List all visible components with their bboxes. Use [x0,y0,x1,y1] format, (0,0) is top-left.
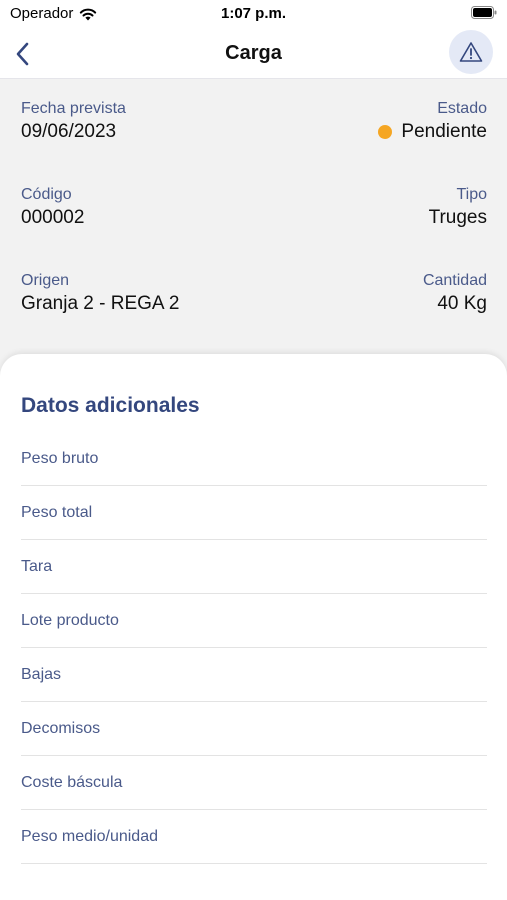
list-item-bajas[interactable]: Bajas [21,648,487,702]
list-item-lote-producto[interactable]: Lote producto [21,594,487,648]
estado-label: Estado [437,100,487,117]
tipo-value: Truges [428,207,487,228]
list-item-peso-total[interactable]: Peso total [21,486,487,540]
tipo-field: Tipo Truges [429,185,487,231]
warning-triangle-icon [459,42,483,62]
tipo-label: Tipo [456,186,487,203]
estado-value-wrap: Pendiente [378,119,487,145]
cantidad-field: Cantidad 40 Kg [423,271,487,317]
origen-field: Origen Granja 2 - REGA 2 [21,271,179,317]
estado-field: Estado Pendiente [378,99,487,145]
load-summary: Fecha prevista 09/06/2023 Estado Pendien… [0,79,507,379]
cantidad-value: 40 Kg [437,293,487,314]
page-title: Carga [225,42,282,64]
origen-value: Granja 2 - REGA 2 [21,293,180,314]
list-item-decomisos[interactable]: Decomisos [21,702,487,756]
estado-value: Pendiente [401,121,487,142]
codigo-label: Código [21,186,72,203]
list-item-tara[interactable]: Tara [21,540,487,594]
summary-row-origin-quantity: Origen Granja 2 - REGA 2 Cantidad 40 Kg [21,271,487,321]
fecha-prevista-value: 09/06/2023 [21,121,117,142]
origen-label: Origen [21,272,70,289]
fecha-prevista-label: Fecha prevista [21,100,126,117]
codigo-field: Código 000002 [21,185,84,231]
fecha-prevista-field: Fecha prevista 09/06/2023 [21,99,126,145]
list-item-coste-bascula[interactable]: Coste báscula [21,756,487,810]
codigo-value: 000002 [21,207,85,228]
list-item-peso-medio-unidad[interactable]: Peso medio/unidad [21,810,487,864]
status-time: 1:07 p.m. [220,5,287,22]
list-item-peso-bruto[interactable]: Peso bruto [21,432,487,486]
battery-icon [471,6,497,19]
additional-data-sheet: Datos adicionales Peso bruto Peso total … [0,354,507,900]
additional-data-title: Datos adicionales [21,394,200,417]
additional-data-list: Peso bruto Peso total Tara Lote producto… [21,432,487,864]
alert-button[interactable] [449,30,493,74]
nav-bar: Carga [0,30,507,79]
status-dot-icon [378,125,393,139]
cantidad-label: Cantidad [422,272,487,289]
summary-row-date-status: Fecha prevista 09/06/2023 Estado Pendien… [21,99,487,149]
summary-row-code-type: Código 000002 Tipo Truges [21,185,487,235]
status-bar: Operador 1:07 p.m. [0,0,507,30]
